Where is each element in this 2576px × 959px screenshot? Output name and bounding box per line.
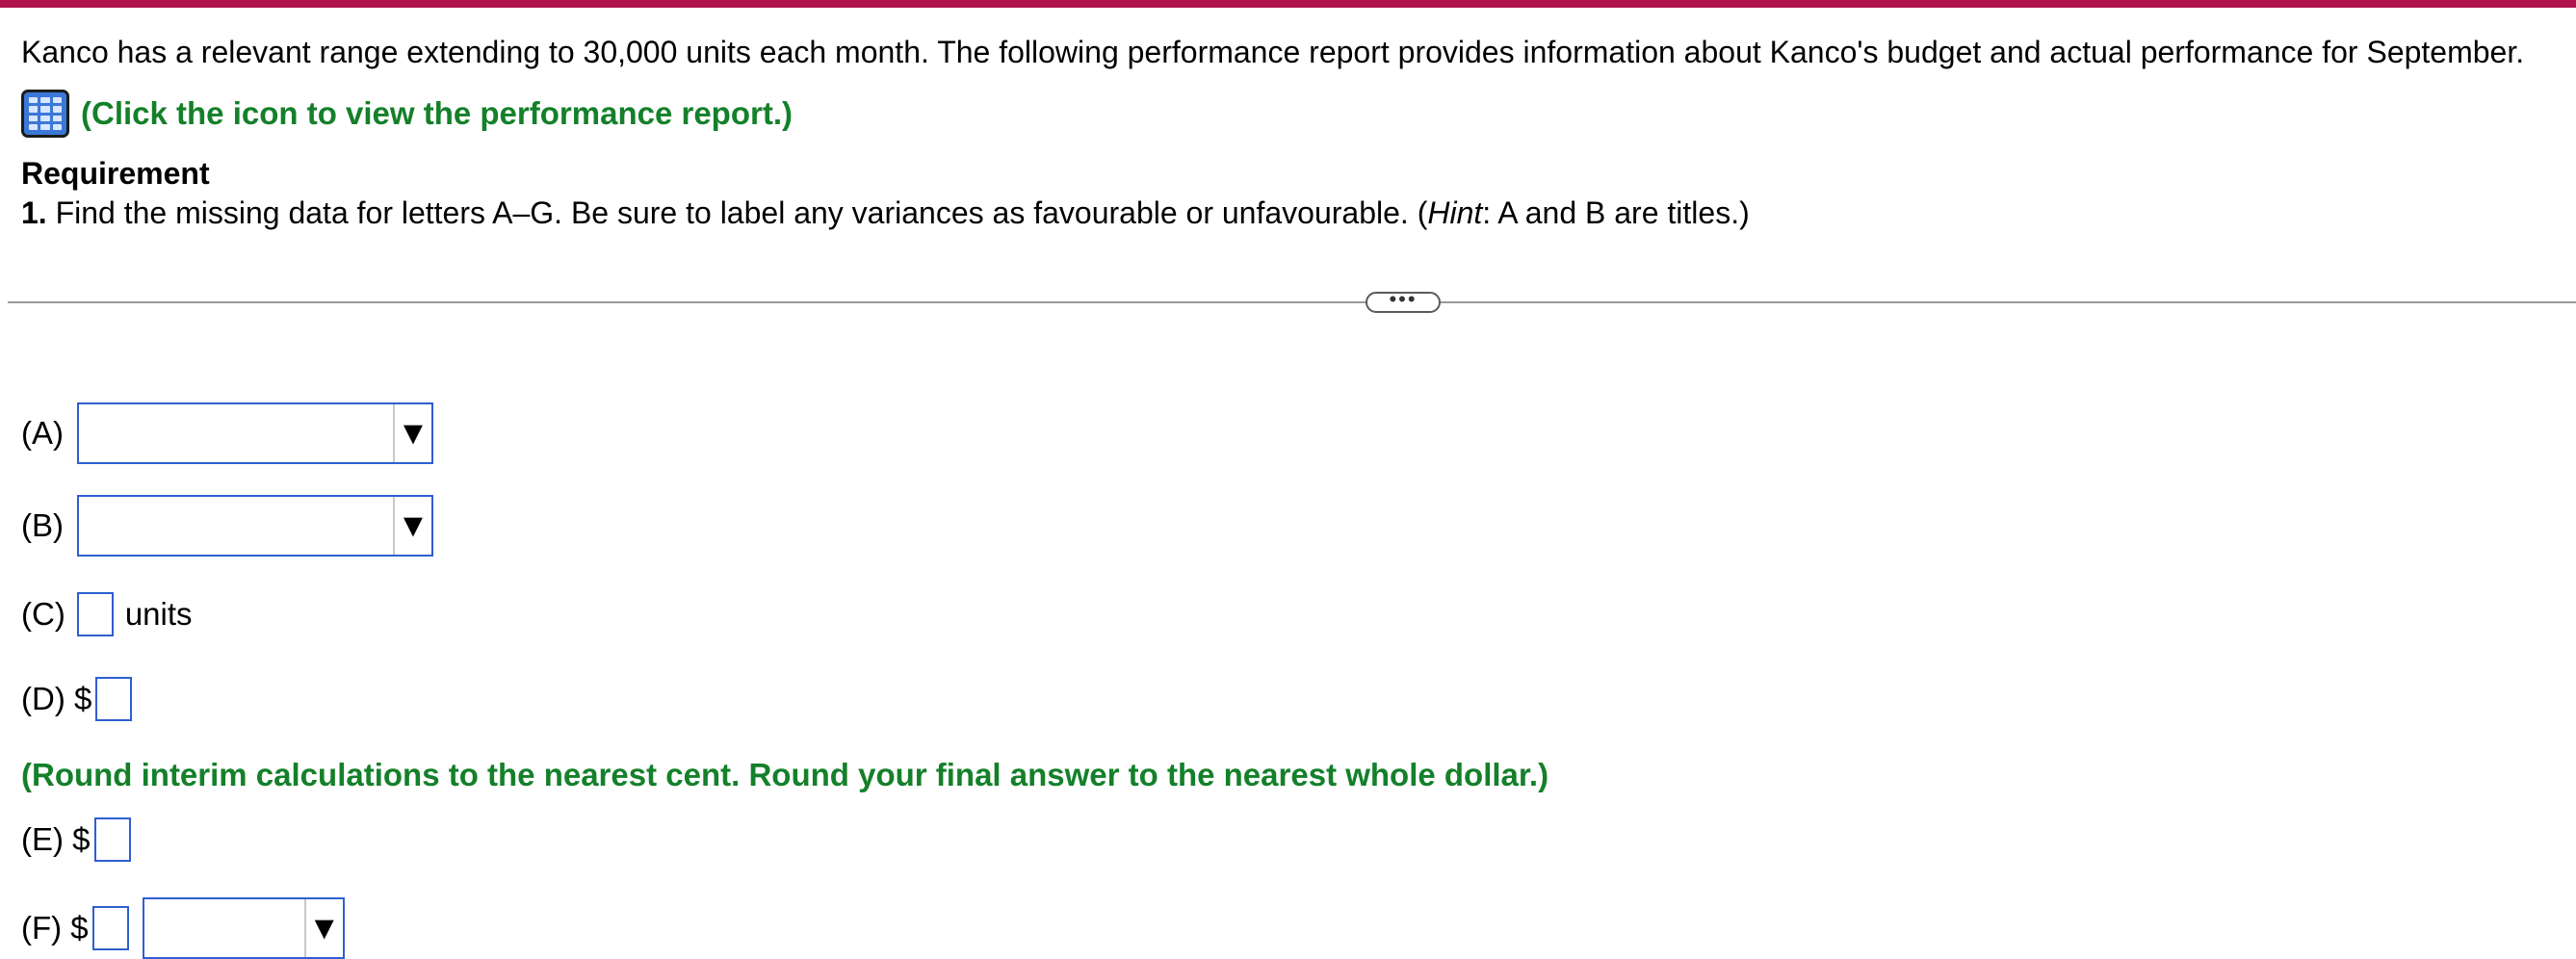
top-accent-bar: [0, 0, 2576, 8]
answer-b-label: (B): [21, 507, 64, 543]
answer-f-input[interactable]: [91, 906, 129, 950]
answer-c-input[interactable]: [76, 592, 114, 636]
spreadsheet-grid-icon[interactable]: [21, 90, 69, 138]
requirement-text: 1. Find the missing data for letters A–G…: [21, 194, 1750, 232]
answer-d-input[interactable]: [95, 677, 133, 721]
dropdown-arrow-icon[interactable]: ▼: [303, 899, 343, 957]
report-link-text[interactable]: (Click the icon to view the performance …: [81, 95, 793, 132]
answer-row-d: (D) $: [21, 677, 133, 721]
requirement-text-part1: Find the missing data for letters A–G. B…: [46, 195, 1428, 230]
answer-row-c: (C) units: [21, 592, 193, 636]
answer-row-b: (B) ▼: [21, 495, 433, 557]
answer-c-label: (C): [21, 596, 65, 632]
expand-toggle-button[interactable]: •••: [1366, 289, 1441, 313]
rounding-instruction: (Round interim calculations to the neare…: [21, 757, 1549, 792]
answer-c-units: units: [124, 596, 193, 632]
answer-b-dropdown[interactable]: ▼: [77, 495, 433, 557]
answer-f-label: (F) $: [21, 910, 89, 946]
requirement-number: 1.: [21, 195, 47, 230]
answer-a-dropdown[interactable]: ▼: [77, 402, 433, 464]
answer-a-label: (A): [21, 415, 64, 451]
requirement-hint: Hint: [1427, 195, 1483, 230]
report-link[interactable]: (Click the icon to view the performance …: [21, 89, 793, 139]
section-divider: [8, 301, 2576, 303]
dropdown-arrow-icon[interactable]: ▼: [393, 497, 431, 555]
answer-e-label: (E) $: [21, 821, 91, 857]
dropdown-arrow-icon[interactable]: ▼: [393, 404, 431, 462]
answer-row-a: (A) ▼: [21, 402, 433, 464]
question-intro: Kanco has a relevant range extending to …: [21, 35, 2525, 69]
requirement-title: Requirement: [21, 156, 210, 191]
answer-e-input[interactable]: [93, 817, 131, 862]
answer-d-label: (D) $: [21, 681, 92, 716]
answer-row-f: (F) $ ▼: [21, 897, 345, 959]
answer-row-e: (E) $: [21, 817, 131, 862]
answer-f-dropdown[interactable]: ▼: [142, 897, 345, 959]
requirement-text-part2: : A and B are titles.): [1482, 195, 1750, 230]
